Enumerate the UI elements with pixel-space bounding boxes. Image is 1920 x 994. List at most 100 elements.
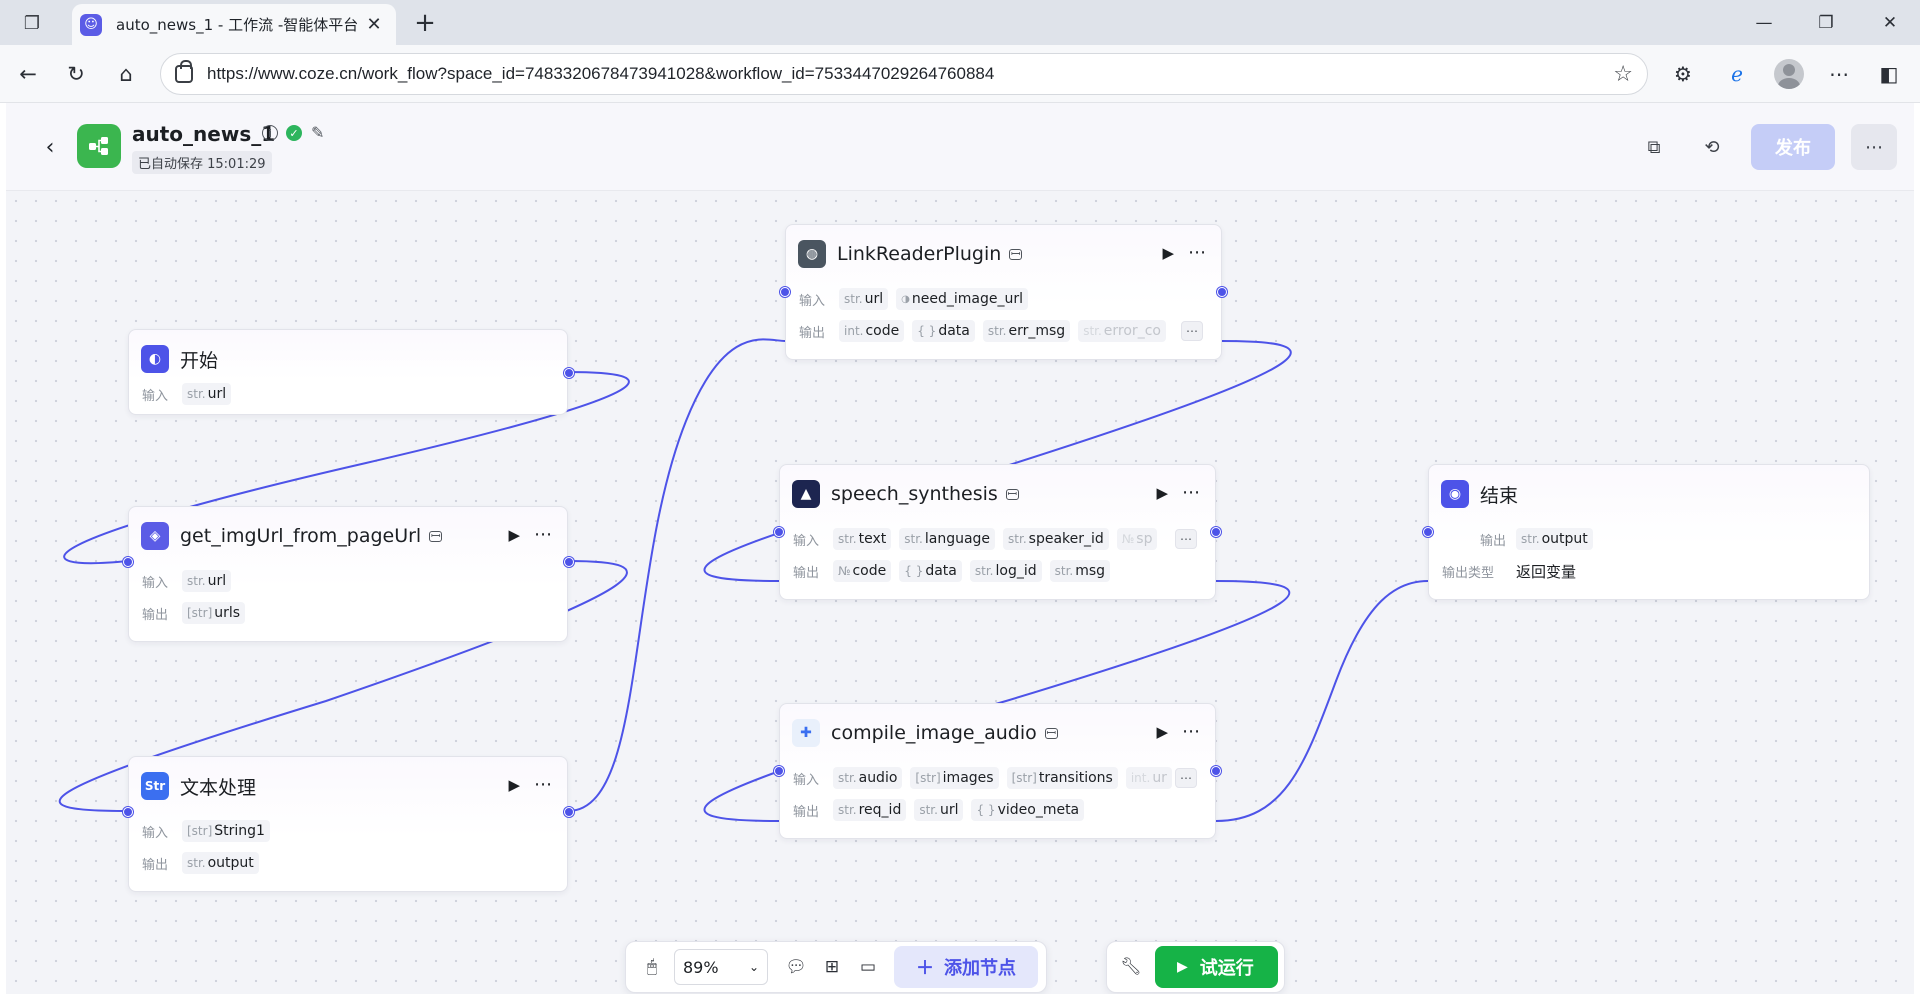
more-icon[interactable]: ⋯ bbox=[1182, 721, 1201, 742]
input-port[interactable] bbox=[774, 766, 784, 776]
coze-favicon-icon: ☺ bbox=[80, 13, 102, 36]
minimap-icon[interactable]: ▭ bbox=[850, 949, 886, 985]
check-status-icon: ✓ bbox=[286, 125, 302, 141]
more-options-button[interactable]: ⋯ bbox=[1851, 124, 1897, 170]
compile-icon: ✚ bbox=[792, 719, 820, 747]
test-run-button[interactable]: ▶ 试运行 bbox=[1155, 946, 1278, 988]
param-tag: int. ur bbox=[1125, 767, 1172, 789]
node-start[interactable]: ◐ 开始 输入 str. url bbox=[128, 329, 574, 415]
browser-tab-bar: ❐ ☺ auto_news_1 - 工作流 -智能体平台 ✕ + — ❐ ✕ bbox=[0, 0, 1920, 45]
node-compile-image-audio[interactable]: ✚ compile_image_audio ꟷ ▶ ⋯ 输入 str. audio… bbox=[774, 703, 1221, 839]
node-link-reader[interactable]: ◍ LinkReaderPlugin ꟷ ▶ ⋯ 输入 str. url ◑ nee… bbox=[780, 224, 1227, 360]
output-port[interactable] bbox=[564, 557, 574, 567]
node-title: LinkReaderPlugin bbox=[837, 243, 1002, 265]
back-arrow-icon[interactable]: ‹ bbox=[38, 133, 62, 161]
new-tab-icon[interactable]: + bbox=[410, 8, 440, 38]
more-icon[interactable]: ⋯ bbox=[534, 774, 553, 795]
add-node-button[interactable]: ＋ 添加节点 bbox=[894, 946, 1038, 988]
mouse-mode-icon[interactable]: 🖱︎ bbox=[634, 949, 670, 985]
layout-icon[interactable]: ⊞ bbox=[814, 949, 850, 985]
extensions-icon[interactable]: ⚙ bbox=[1666, 58, 1700, 90]
back-icon[interactable]: ← bbox=[12, 58, 44, 90]
output-label: 输出 bbox=[799, 325, 826, 341]
param-tag: str. text bbox=[833, 528, 892, 550]
info-icon[interactable]: i bbox=[262, 125, 278, 141]
edit-icon[interactable]: ✎ bbox=[311, 123, 324, 142]
address-bar[interactable]: https://www.coze.cn/work_flow?space_id=7… bbox=[160, 53, 1648, 95]
input-port[interactable] bbox=[774, 527, 784, 537]
refresh-icon[interactable]: ↻ bbox=[60, 58, 92, 90]
workflow-canvas[interactable]: ◐ 开始 输入 str. url ◈ get_imgUrl_from_pageUr… bbox=[6, 191, 1914, 994]
close-window-icon[interactable]: ✕ bbox=[1870, 8, 1910, 38]
param-tag: str. output bbox=[1516, 528, 1593, 550]
output-port[interactable] bbox=[564, 807, 574, 817]
param-tag: str. url bbox=[839, 288, 889, 310]
output-label: 输出 bbox=[793, 804, 820, 820]
param-tag: [str] urls bbox=[182, 602, 246, 624]
more-icon[interactable]: ⋯ bbox=[1182, 482, 1201, 503]
browser-menu-icon[interactable]: ⋯ bbox=[1822, 58, 1856, 90]
close-tab-icon[interactable]: ✕ bbox=[362, 13, 386, 37]
chevron-down-icon: ⌄ bbox=[748, 960, 759, 974]
more-icon[interactable]: ⋯ bbox=[534, 524, 553, 545]
input-label: 输入 bbox=[793, 533, 820, 549]
input-port[interactable] bbox=[780, 287, 790, 297]
more-params-button[interactable]: ⋯ bbox=[1175, 768, 1197, 788]
lock-icon[interactable] bbox=[175, 60, 193, 83]
output-port[interactable] bbox=[1211, 527, 1221, 537]
param-tag: int. code bbox=[839, 320, 905, 342]
play-icon[interactable]: ▶ bbox=[508, 776, 520, 794]
param-tag: { } data bbox=[899, 560, 962, 582]
param-tag: str. req_id bbox=[833, 799, 907, 821]
start-node-icon: ◐ bbox=[141, 345, 169, 373]
more-params-button[interactable]: ⋯ bbox=[1181, 321, 1203, 341]
comment-icon[interactable]: 💬︎ bbox=[778, 949, 814, 985]
minimize-icon[interactable]: — bbox=[1744, 8, 1784, 38]
profile-avatar[interactable] bbox=[1774, 59, 1804, 89]
copy-icon[interactable]: ⧉ bbox=[1636, 129, 1672, 165]
node-text-process[interactable]: Str 文本处理 ▶ ⋯ 输入 [str] String1 输出 str. outp… bbox=[123, 756, 574, 892]
input-label: 输入 bbox=[142, 388, 169, 404]
node-speech-synthesis[interactable]: ▲ speech_synthesis ꟷ ▶ ⋯ 输入 str. text str… bbox=[774, 464, 1221, 600]
url-text[interactable]: https://www.coze.cn/work_flow?space_id=7… bbox=[207, 64, 994, 84]
wrench-icon[interactable]: 🔧︎ bbox=[1113, 949, 1149, 985]
param-tag: [str] String1 bbox=[182, 820, 270, 842]
more-icon[interactable]: ⋯ bbox=[1188, 242, 1207, 263]
zoom-select[interactable]: 89% ⌄ bbox=[674, 949, 768, 985]
plus-icon: ＋ bbox=[916, 958, 934, 979]
play-icon[interactable]: ▶ bbox=[508, 526, 520, 544]
node-end[interactable]: ◉ 结束 输出 str. output 输出类型 返回变量 bbox=[1423, 464, 1870, 600]
workflow-header: ‹ auto_news_1 i ✓ ✎ 已自动保存 15:01:29 ⧉ ⟲ 发… bbox=[6, 103, 1914, 191]
param-tag: str. err_msg bbox=[982, 320, 1071, 342]
autosave-status: 已自动保存 15:01:29 bbox=[132, 151, 272, 174]
ie-mode-icon[interactable]: ℯ bbox=[1720, 58, 1754, 90]
workflow-app: ‹ auto_news_1 i ✓ ✎ 已自动保存 15:01:29 ⧉ ⟲ 发… bbox=[6, 103, 1914, 994]
browser-tab[interactable]: ☺ auto_news_1 - 工作流 -智能体平台 ✕ bbox=[72, 4, 396, 45]
input-port[interactable] bbox=[123, 807, 133, 817]
output-label: 输出 bbox=[142, 857, 169, 873]
play-icon: ▶ bbox=[1177, 959, 1188, 975]
input-port[interactable] bbox=[1423, 527, 1433, 537]
edge-compile-end bbox=[1215, 580, 1429, 822]
output-port[interactable] bbox=[1211, 766, 1221, 776]
tab-actions-icon[interactable]: ❐ bbox=[16, 10, 48, 36]
home-icon[interactable]: ⌂ bbox=[110, 58, 142, 90]
restore-icon[interactable]: ❐ bbox=[1806, 8, 1846, 38]
node-get-imgurl[interactable]: ◈ get_imgUrl_from_pageUrl ꟷ ▶ ⋯ 输入 str. u… bbox=[123, 506, 574, 642]
more-params-button[interactable]: ⋯ bbox=[1175, 529, 1197, 549]
play-icon[interactable]: ▶ bbox=[1156, 723, 1168, 741]
play-icon[interactable]: ▶ bbox=[1156, 484, 1168, 502]
input-label: 输入 bbox=[142, 575, 169, 591]
node-title: speech_synthesis bbox=[831, 483, 998, 505]
publish-button[interactable]: 发布 bbox=[1751, 124, 1835, 170]
favorite-star-icon[interactable]: ☆ bbox=[1613, 62, 1633, 87]
input-port[interactable] bbox=[123, 557, 133, 567]
param-tag: str. url bbox=[914, 799, 964, 821]
history-icon[interactable]: ⟲ bbox=[1694, 129, 1730, 165]
play-icon[interactable]: ▶ bbox=[1162, 244, 1174, 262]
output-port[interactable] bbox=[564, 368, 574, 378]
output-label: 输出 bbox=[142, 607, 169, 623]
sidebar-toggle-icon[interactable]: ◧ bbox=[1872, 58, 1906, 90]
output-port[interactable] bbox=[1217, 287, 1227, 297]
param-tag: ◑ need_image_url bbox=[896, 288, 1028, 310]
